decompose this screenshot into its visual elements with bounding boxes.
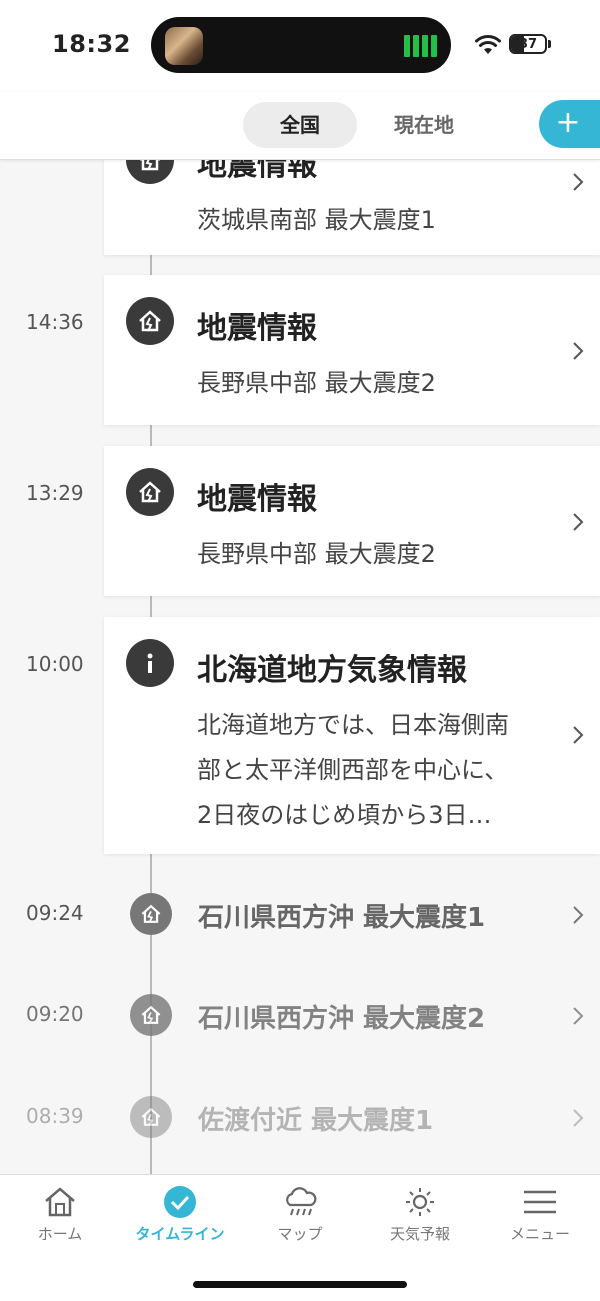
rain-cloud-icon — [286, 1187, 317, 1216]
chevron-right-icon — [573, 513, 584, 531]
audio-meter-icon — [404, 35, 437, 57]
timeline-card[interactable]: 北海道地方気象情報 北海道地方では、日本海側南 部と太平洋側西部を中心に、 2日… — [104, 617, 600, 854]
timeline-time: 13:29 — [26, 481, 84, 505]
nav-label: メニュー — [509, 1225, 570, 1243]
region-tab-bar: 全国 現在地 四 — [0, 92, 600, 160]
timeline-card[interactable]: 地震情報 長野県中部 最大震度2 — [104, 446, 600, 596]
chevron-right-icon — [573, 1007, 584, 1025]
earthquake-icon — [126, 297, 174, 345]
now-playing-thumbnail — [165, 27, 203, 65]
tab-nationwide[interactable]: 全国 — [243, 102, 357, 148]
card-description-line: 2日夜のはじめ頃から3日… — [197, 801, 492, 829]
home-icon — [45, 1187, 75, 1217]
card-title: 地震情報 — [197, 160, 317, 183]
chevron-right-icon — [573, 173, 584, 191]
earthquake-icon — [126, 468, 174, 516]
battery-cap — [548, 40, 551, 48]
earthquake-icon — [126, 160, 174, 184]
nav-menu[interactable]: メニュー — [480, 1185, 600, 1249]
timeline-card[interactable]: 地震情報 長野県中部 最大震度2 — [104, 275, 600, 425]
timeline-time: 10:00 — [26, 652, 84, 676]
timeline-time: 09:24 — [26, 901, 84, 925]
info-icon — [126, 639, 174, 687]
hamburger-menu-icon — [524, 1190, 556, 1214]
card-description-line: 部と太平洋側西部を中心に、 — [197, 756, 509, 784]
timeline-time: 14:36 — [26, 310, 84, 334]
sun-icon — [406, 1188, 434, 1216]
battery-level: 37 — [518, 36, 538, 52]
timeline-time: 08:39 — [26, 1104, 84, 1128]
timeline-time: 09:20 — [26, 1002, 84, 1026]
nav-timeline[interactable]: タイムライン — [120, 1185, 240, 1249]
chevron-right-icon — [573, 1109, 584, 1127]
tab-current-location[interactable]: 現在地 — [372, 102, 476, 148]
timeline-row[interactable]: 09:20 石川県西方沖 最大震度2 — [0, 986, 600, 1046]
add-location-button[interactable]: + — [539, 100, 600, 148]
row-title: 佐渡付近 最大震度1 — [198, 1106, 434, 1136]
card-title: 地震情報 — [197, 482, 317, 517]
status-time: 18:32 — [52, 30, 131, 58]
card-description-line: 北海道地方では、日本海側南 — [197, 711, 509, 739]
status-bar: 18:32 37 — [0, 0, 600, 92]
chevron-right-icon — [573, 906, 584, 924]
timeline-list: 地震情報 茨城県南部 最大震度1 14:36 地震情報 長野県中部 最大震度2 … — [0, 160, 600, 1174]
chevron-right-icon — [573, 726, 584, 744]
row-title: 石川県西方沖 最大震度1 — [198, 903, 486, 933]
nav-forecast[interactable]: 天気予報 — [360, 1185, 480, 1249]
row-title: 石川県西方沖 最大震度2 — [198, 1004, 486, 1034]
card-description: 茨城県南部 最大震度1 — [197, 206, 436, 234]
card-title: 北海道地方気象情報 — [197, 653, 467, 688]
nav-label: ホーム — [37, 1225, 83, 1243]
nav-home[interactable]: ホーム — [0, 1185, 120, 1249]
timeline-row[interactable]: 08:39 佐渡付近 最大震度1 — [0, 1088, 600, 1148]
battery-icon: 37 — [509, 34, 547, 54]
dynamic-island[interactable] — [151, 17, 451, 73]
timeline-row[interactable]: 09:24 石川県西方沖 最大震度1 — [0, 885, 600, 945]
card-description: 長野県中部 最大震度2 — [197, 369, 436, 397]
card-description: 長野県中部 最大震度2 — [197, 540, 436, 568]
earthquake-icon — [130, 994, 172, 1036]
card-title: 地震情報 — [197, 311, 317, 346]
chevron-right-icon — [573, 342, 584, 360]
timeline-card-partial[interactable]: 地震情報 茨城県南部 最大震度1 — [104, 160, 600, 255]
check-icon — [164, 1186, 196, 1218]
wifi-icon — [475, 35, 501, 54]
nav-label: 天気予報 — [389, 1225, 450, 1243]
home-indicator[interactable] — [193, 1281, 407, 1288]
earthquake-icon — [130, 1096, 172, 1138]
nav-label: マップ — [277, 1225, 323, 1243]
nav-map[interactable]: マップ — [240, 1185, 360, 1249]
nav-label: タイムライン — [135, 1225, 225, 1243]
earthquake-icon — [130, 893, 172, 935]
